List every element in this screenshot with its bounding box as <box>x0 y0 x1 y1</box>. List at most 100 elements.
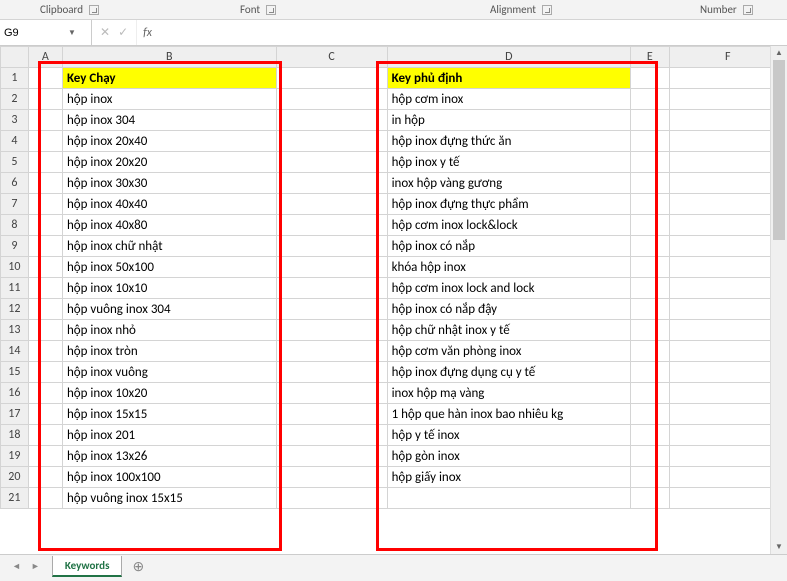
cell[interactable] <box>276 110 387 131</box>
row-header[interactable]: 18 <box>1 425 29 446</box>
row-header[interactable]: 14 <box>1 341 29 362</box>
cell[interactable] <box>28 152 62 173</box>
cell[interactable] <box>669 173 787 194</box>
fx-label[interactable]: fx <box>137 20 158 45</box>
cell[interactable]: hộp inox 201 <box>62 425 276 446</box>
row-header[interactable]: 10 <box>1 257 29 278</box>
row-header[interactable]: 9 <box>1 236 29 257</box>
select-all-corner[interactable] <box>1 47 29 68</box>
cell[interactable]: hộp inox đựng thực phẩm <box>387 194 630 215</box>
cell[interactable] <box>669 236 787 257</box>
cell[interactable] <box>28 278 62 299</box>
cell[interactable]: hộp inox 15x15 <box>62 404 276 425</box>
cell[interactable] <box>669 299 787 320</box>
cell[interactable] <box>276 383 387 404</box>
cell[interactable]: hộp cơm inox <box>387 89 630 110</box>
name-box[interactable]: ▼ <box>0 20 92 45</box>
cell[interactable]: hộp inox có nắp đậy <box>387 299 630 320</box>
tab-nav-next-icon[interactable]: ► <box>31 561 40 572</box>
cell[interactable] <box>276 236 387 257</box>
cell[interactable] <box>631 110 669 131</box>
row-header[interactable]: 15 <box>1 362 29 383</box>
cell[interactable] <box>669 320 787 341</box>
cell[interactable] <box>276 404 387 425</box>
cell[interactable] <box>631 362 669 383</box>
cell[interactable] <box>276 173 387 194</box>
cell[interactable] <box>276 215 387 236</box>
cell[interactable]: inox hộp vàng gương <box>387 173 630 194</box>
cell[interactable] <box>387 488 630 509</box>
cell[interactable]: hộp inox 40x80 <box>62 215 276 236</box>
name-box-input[interactable] <box>4 27 64 39</box>
row-header[interactable]: 6 <box>1 173 29 194</box>
cell[interactable] <box>28 299 62 320</box>
vertical-scrollbar[interactable]: ▲ ▼ <box>770 46 787 554</box>
cell[interactable] <box>631 446 669 467</box>
sheet-tab-active[interactable]: Keywords <box>52 556 123 577</box>
dialog-launcher-icon[interactable] <box>743 5 753 15</box>
cell[interactable] <box>276 89 387 110</box>
cell[interactable]: hộp inox đựng thức ăn <box>387 131 630 152</box>
cell[interactable] <box>669 467 787 488</box>
dialog-launcher-icon[interactable] <box>89 5 99 15</box>
cell[interactable] <box>631 215 669 236</box>
row-header[interactable]: 20 <box>1 467 29 488</box>
cell[interactable]: hộp inox <box>62 89 276 110</box>
cell[interactable]: Key Chạy <box>62 68 276 89</box>
cell[interactable]: hộp y tế inox <box>387 425 630 446</box>
cell[interactable]: hộp giấy inox <box>387 467 630 488</box>
dialog-launcher-icon[interactable] <box>542 5 552 15</box>
cell[interactable]: hộp inox có nắp <box>387 236 630 257</box>
col-header[interactable]: F <box>669 47 787 68</box>
col-header[interactable]: D <box>387 47 630 68</box>
cell[interactable]: hộp inox 13x26 <box>62 446 276 467</box>
cell[interactable]: hộp inox 20x20 <box>62 152 276 173</box>
cell[interactable] <box>631 404 669 425</box>
formula-input[interactable] <box>158 20 787 45</box>
cell[interactable] <box>669 257 787 278</box>
cell[interactable] <box>28 110 62 131</box>
cell[interactable] <box>276 320 387 341</box>
cell[interactable] <box>631 320 669 341</box>
row-header[interactable]: 3 <box>1 110 29 131</box>
cell[interactable] <box>28 383 62 404</box>
cell[interactable] <box>669 425 787 446</box>
cell[interactable] <box>631 152 669 173</box>
cell[interactable] <box>669 488 787 509</box>
cell[interactable] <box>276 257 387 278</box>
cell[interactable]: in hộp <box>387 110 630 131</box>
cell[interactable]: hộp inox 40x40 <box>62 194 276 215</box>
scroll-thumb[interactable] <box>773 60 785 240</box>
cell[interactable] <box>669 341 787 362</box>
cell[interactable] <box>669 89 787 110</box>
cell[interactable] <box>669 446 787 467</box>
cell[interactable] <box>28 320 62 341</box>
cell[interactable] <box>631 278 669 299</box>
cell[interactable]: hộp inox chữ nhật <box>62 236 276 257</box>
cell[interactable] <box>28 362 62 383</box>
cell[interactable]: Key phủ định <box>387 68 630 89</box>
spreadsheet-grid[interactable]: A B C D E F 1Key ChạyKey phủ định2hộp in… <box>0 46 787 509</box>
cell[interactable]: hộp cơm inox lock&lock <box>387 215 630 236</box>
cell[interactable] <box>276 446 387 467</box>
cell[interactable] <box>631 341 669 362</box>
cell[interactable] <box>669 194 787 215</box>
cell[interactable]: inox hộp mạ vàng <box>387 383 630 404</box>
cell[interactable] <box>669 131 787 152</box>
cell[interactable]: hộp chữ nhật inox y tế <box>387 320 630 341</box>
cell[interactable] <box>669 152 787 173</box>
cell[interactable] <box>669 110 787 131</box>
cell[interactable] <box>28 467 62 488</box>
cell[interactable] <box>631 257 669 278</box>
cell[interactable] <box>631 299 669 320</box>
cell[interactable] <box>276 194 387 215</box>
cell[interactable] <box>631 488 669 509</box>
cell[interactable] <box>28 236 62 257</box>
row-header[interactable]: 8 <box>1 215 29 236</box>
cell[interactable]: hộp inox 50x100 <box>62 257 276 278</box>
cell[interactable] <box>631 467 669 488</box>
cell[interactable]: hộp inox 304 <box>62 110 276 131</box>
row-header[interactable]: 19 <box>1 446 29 467</box>
cell[interactable]: hộp inox y tế <box>387 152 630 173</box>
col-header[interactable]: C <box>276 47 387 68</box>
